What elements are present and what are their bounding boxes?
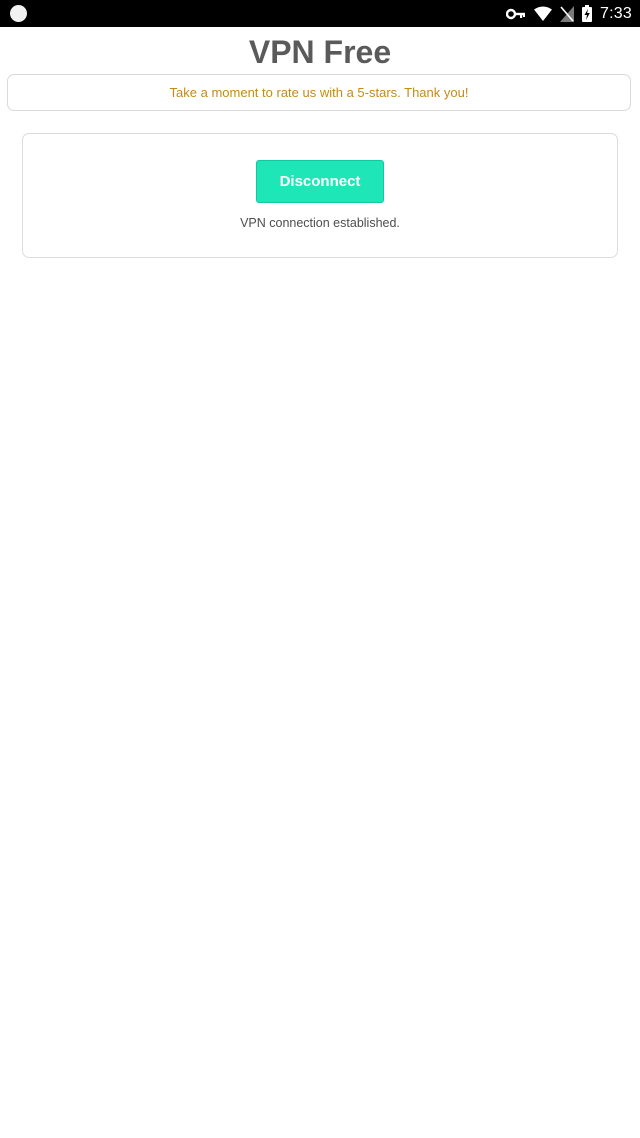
rate-us-message: Take a moment to rate us with a 5-stars.… bbox=[169, 85, 469, 100]
page-title: VPN Free bbox=[248, 34, 392, 70]
disconnect-button[interactable]: Disconnect bbox=[256, 160, 384, 203]
connection-card: Disconnect VPN connection established. bbox=[22, 133, 618, 258]
wifi-icon bbox=[534, 6, 553, 21]
battery-charging-icon bbox=[582, 5, 593, 22]
status-icons: 7:33 bbox=[506, 0, 632, 27]
vpn-key-icon bbox=[506, 8, 526, 20]
rate-us-banner[interactable]: Take a moment to rate us with a 5-stars.… bbox=[7, 74, 631, 111]
status-time: 7:33 bbox=[600, 4, 632, 22]
notification-dot-icon bbox=[10, 5, 27, 22]
connection-status-text: VPN connection established. bbox=[240, 216, 400, 230]
status-bar: 7:33 bbox=[0, 0, 640, 27]
no-sim-icon bbox=[560, 5, 575, 22]
